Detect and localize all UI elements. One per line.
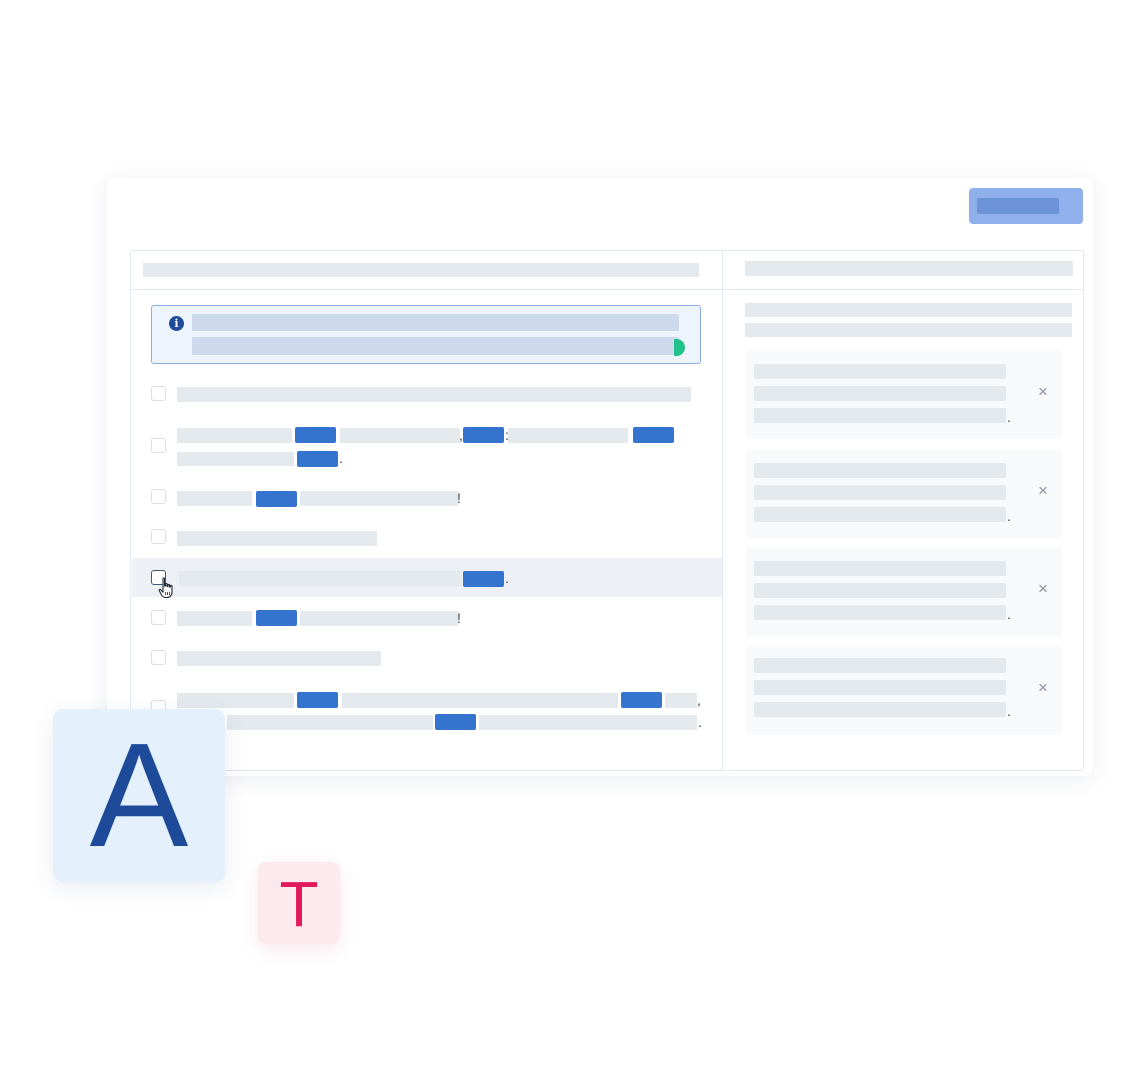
comment-line bbox=[754, 386, 1006, 401]
comment-ellipsis: . bbox=[1007, 703, 1011, 719]
letter-a: A bbox=[89, 713, 189, 878]
suggestion-chip[interactable] bbox=[435, 714, 476, 730]
letter-t: T bbox=[279, 868, 319, 940]
comment-ellipsis: . bbox=[1007, 508, 1011, 524]
comment-line bbox=[754, 408, 1006, 423]
punctuation: ! bbox=[457, 610, 461, 626]
punctuation: . bbox=[505, 570, 509, 586]
info-notice: i bbox=[151, 305, 701, 364]
issue-text bbox=[665, 693, 697, 708]
issue-text bbox=[177, 452, 294, 466]
issue-text bbox=[177, 491, 252, 506]
issue-text bbox=[177, 651, 381, 666]
comment-card[interactable]: . × bbox=[746, 351, 1062, 439]
comment-line bbox=[754, 485, 1006, 500]
comment-line bbox=[754, 583, 1006, 598]
comment-line bbox=[754, 463, 1006, 478]
issue-text bbox=[300, 491, 458, 506]
comment-card[interactable]: . × bbox=[746, 647, 1062, 735]
suggestion-chip[interactable] bbox=[295, 427, 336, 443]
notice-line-1 bbox=[192, 314, 679, 331]
issue-text bbox=[508, 428, 628, 443]
suggestion-chip[interactable] bbox=[463, 571, 504, 587]
issue-checkbox[interactable] bbox=[151, 529, 166, 544]
primary-action-button[interactable] bbox=[969, 188, 1083, 224]
issue-checkbox[interactable] bbox=[151, 386, 166, 401]
punctuation: ! bbox=[457, 490, 461, 506]
stage: i , : . ! . ! , . . × . × . × . × A T bbox=[0, 0, 1145, 1080]
suggestion-chip[interactable] bbox=[297, 692, 338, 708]
comment-line bbox=[754, 507, 1006, 522]
letter-a-tile: A bbox=[53, 709, 225, 882]
suggestion-chip[interactable] bbox=[463, 427, 504, 443]
close-icon[interactable]: × bbox=[1036, 482, 1050, 499]
comment-card[interactable]: . × bbox=[746, 450, 1062, 538]
comments-intro-line-1 bbox=[745, 303, 1072, 317]
issue-checkbox[interactable] bbox=[151, 438, 166, 453]
issue-text bbox=[300, 611, 458, 626]
issue-text bbox=[177, 693, 294, 708]
primary-action-label bbox=[977, 198, 1059, 214]
comment-ellipsis: . bbox=[1007, 606, 1011, 622]
comment-line bbox=[754, 658, 1006, 673]
close-icon[interactable]: × bbox=[1036, 383, 1050, 400]
punctuation: . bbox=[698, 714, 702, 730]
issue-text bbox=[177, 387, 691, 402]
issue-checkbox[interactable] bbox=[151, 610, 166, 625]
issue-text bbox=[179, 571, 461, 586]
suggestion-chip[interactable] bbox=[621, 692, 662, 708]
suggestion-chip[interactable] bbox=[256, 610, 297, 626]
hand-pointer-icon bbox=[158, 577, 173, 599]
punctuation: , bbox=[697, 692, 701, 708]
issues-header-title bbox=[143, 263, 699, 277]
comment-line bbox=[754, 702, 1006, 717]
issue-text bbox=[479, 715, 697, 730]
letter-t-tile: T bbox=[258, 862, 340, 944]
notice-line-2 bbox=[192, 337, 679, 355]
comment-line bbox=[754, 605, 1006, 620]
suggestion-chip[interactable] bbox=[297, 451, 338, 467]
suggestion-chip[interactable] bbox=[633, 427, 674, 443]
comments-header-title bbox=[745, 261, 1073, 276]
editor-window: i , : . ! . ! , . . × . × . × . × bbox=[107, 178, 1093, 776]
status-dot bbox=[674, 339, 685, 356]
comment-ellipsis: . bbox=[1007, 409, 1011, 425]
issue-text bbox=[342, 693, 618, 708]
issue-checkbox[interactable] bbox=[151, 489, 166, 504]
header-divider bbox=[131, 289, 1083, 290]
comment-card[interactable]: . × bbox=[746, 548, 1062, 636]
column-divider bbox=[722, 251, 723, 770]
issue-text bbox=[177, 531, 377, 546]
comments-intro-line-2 bbox=[745, 323, 1072, 337]
issue-text bbox=[340, 428, 460, 443]
issue-text bbox=[177, 428, 292, 443]
comment-line bbox=[754, 561, 1006, 576]
review-panel: i , : . ! . ! , . . × . × . × . × bbox=[130, 250, 1084, 771]
close-icon[interactable]: × bbox=[1036, 580, 1050, 597]
punctuation: . bbox=[339, 450, 343, 466]
close-icon[interactable]: × bbox=[1036, 679, 1050, 696]
comment-line bbox=[754, 680, 1006, 695]
issue-checkbox[interactable] bbox=[151, 650, 166, 665]
issue-text bbox=[177, 611, 252, 626]
suggestion-chip[interactable] bbox=[256, 491, 297, 507]
issue-text bbox=[227, 715, 433, 730]
info-icon: i bbox=[169, 316, 184, 331]
comment-line bbox=[754, 364, 1006, 379]
